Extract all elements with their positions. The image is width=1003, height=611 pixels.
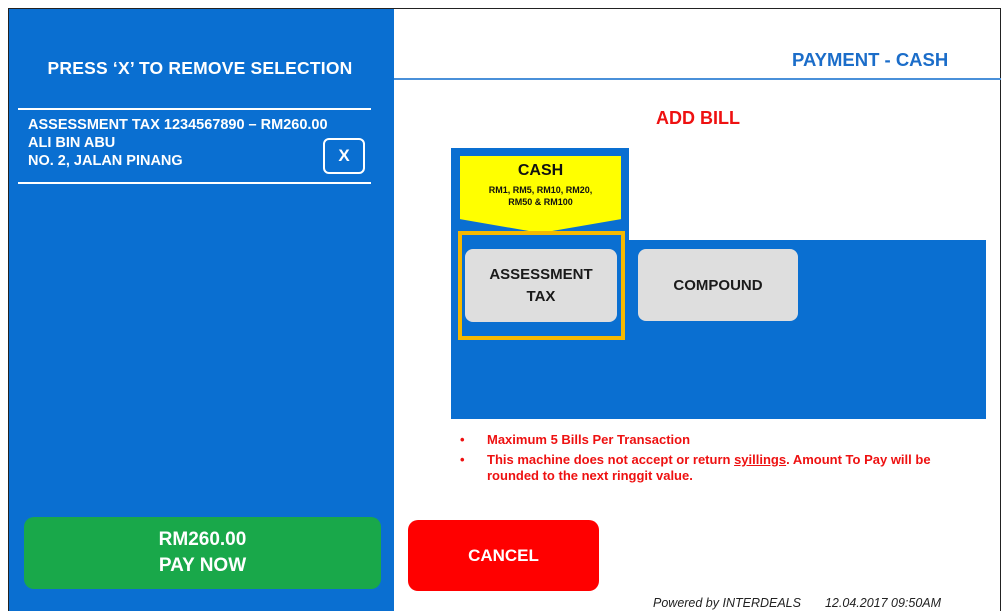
cancel-button[interactable]: CANCEL: [408, 520, 599, 591]
timestamp: 12.04.2017 09:50AM: [824, 596, 942, 610]
assessment-tax-label-line2: TAX: [526, 288, 556, 305]
selected-bill-address: NO. 2, JALAN PINANG: [28, 153, 183, 169]
selected-bill-description: ASSESSMENT TAX 1234567890 – RM260.00: [28, 117, 328, 133]
notes-list: Maximum 5 Bills Per Transaction This mac…: [460, 432, 977, 488]
note-max-bills: Maximum 5 Bills Per Transaction: [460, 432, 977, 448]
tab-cash[interactable]: CASH RM1, RM5, RM10, RM20, RM50 & RM100: [460, 156, 621, 233]
compound-label: COMPOUND: [673, 276, 763, 294]
note-rounding-text: This machine does not accept or return: [487, 452, 735, 467]
footer: Powered by INTERDEALS 12.04.2017 09:50AM: [653, 596, 941, 610]
divider-bottom: [18, 182, 371, 184]
tab-cash-denominations-line2: RM50 & RM100: [508, 197, 573, 207]
selected-bill-owner: ALI BIN ABU: [28, 135, 116, 151]
divider-top: [18, 108, 371, 110]
pay-now-button[interactable]: RM260.00 PAY NOW: [24, 517, 381, 589]
tab-cash-title: CASH: [517, 162, 564, 179]
selection-panel-title: PRESS ‘X’ TO REMOVE SELECTION: [47, 58, 353, 78]
pay-amount: RM260.00: [158, 529, 247, 550]
assessment-tax-label-line1: ASSESSMENT: [489, 266, 593, 283]
tab-cash-denominations: RM1, RM5, RM10, RM20, RM50 & RM100: [460, 184, 621, 208]
note-rounding-underlined: syillings: [734, 452, 787, 467]
powered-by: Powered by INTERDEALS: [653, 596, 801, 610]
note-rounding: This machine does not accept or return s…: [460, 452, 977, 484]
remove-selection-button[interactable]: X: [323, 138, 365, 174]
header-divider: [394, 78, 1001, 80]
pay-now-label: PAY NOW: [158, 555, 247, 576]
selected-bill: ASSESSMENT TAX 1234567890 – RM260.00 ALI…: [28, 116, 328, 170]
page-title: PAYMENT - CASH: [792, 49, 949, 70]
compound-button[interactable]: COMPOUND: [638, 249, 798, 321]
tab-cash-denominations-line1: RM1, RM5, RM10, RM20,: [488, 185, 593, 195]
assessment-tax-button[interactable]: ASSESSMENT TAX: [465, 249, 617, 322]
section-title: ADD BILL: [656, 108, 740, 128]
